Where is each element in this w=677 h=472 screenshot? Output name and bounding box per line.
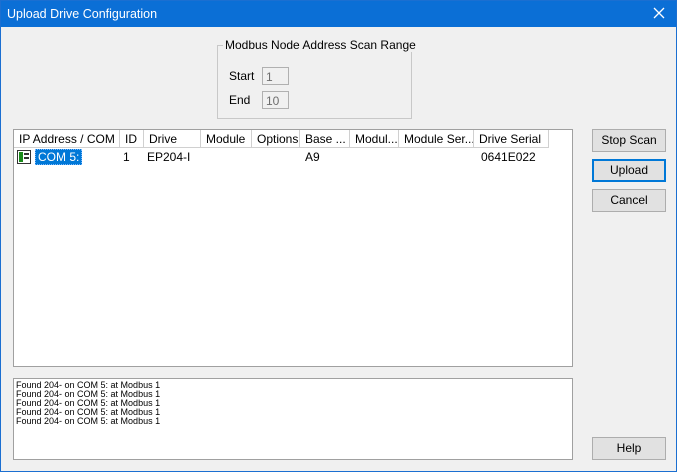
column-header-options[interactable]: Options [252,130,300,148]
end-label: End [229,93,251,107]
help-button[interactable]: Help [592,437,666,460]
cell-options [250,150,255,165]
stop-scan-button[interactable]: Stop Scan [592,129,666,152]
upload-button[interactable]: Upload [592,159,666,182]
column-header-drive[interactable]: Drive [144,130,201,148]
start-label: Start [229,69,255,83]
title-bar[interactable]: Upload Drive Configuration [1,1,676,27]
cell-ip: COM 5: [30,149,83,165]
cell-base: A9 [305,150,320,164]
cell-module [199,150,204,165]
log-line: Found 204- on COM 5: at Modbus 1 [16,416,161,426]
scan-range-label: Modbus Node Address Scan Range [223,38,418,52]
column-header-base[interactable]: Base ... [300,130,350,148]
cell-drive-serial: 0641E022 [481,150,536,164]
column-header-module[interactable]: Module [201,130,252,148]
column-header-module-serial[interactable]: Module Ser... [399,130,474,148]
drive-list[interactable]: IP Address / COM ID Drive Module Options… [13,129,573,367]
drive-icon [17,150,31,164]
upload-drive-config-window: Upload Drive Configuration Modbus Node A… [0,0,677,472]
end-address-field[interactable]: 10 [262,91,289,109]
cell-id: 1 [123,150,130,164]
cell-module-serial [397,150,402,165]
column-header-drive-serial[interactable]: Drive Serial [474,130,549,148]
column-header-ip[interactable]: IP Address / COM [14,130,120,148]
start-address-field[interactable]: 1 [262,67,289,85]
column-header-id[interactable]: ID [120,130,144,148]
cell-drive: EP204-I [147,150,191,164]
selected-ip-text[interactable]: COM 5: [35,149,83,165]
scan-log[interactable]: Found 204- on COM 5: at Modbus 1 Found 2… [13,378,573,460]
close-icon[interactable] [650,4,668,22]
cell-modul [348,150,353,165]
column-header-modul[interactable]: Modul... [350,130,399,148]
window-title: Upload Drive Configuration [7,7,158,21]
cancel-button[interactable]: Cancel [592,189,666,212]
